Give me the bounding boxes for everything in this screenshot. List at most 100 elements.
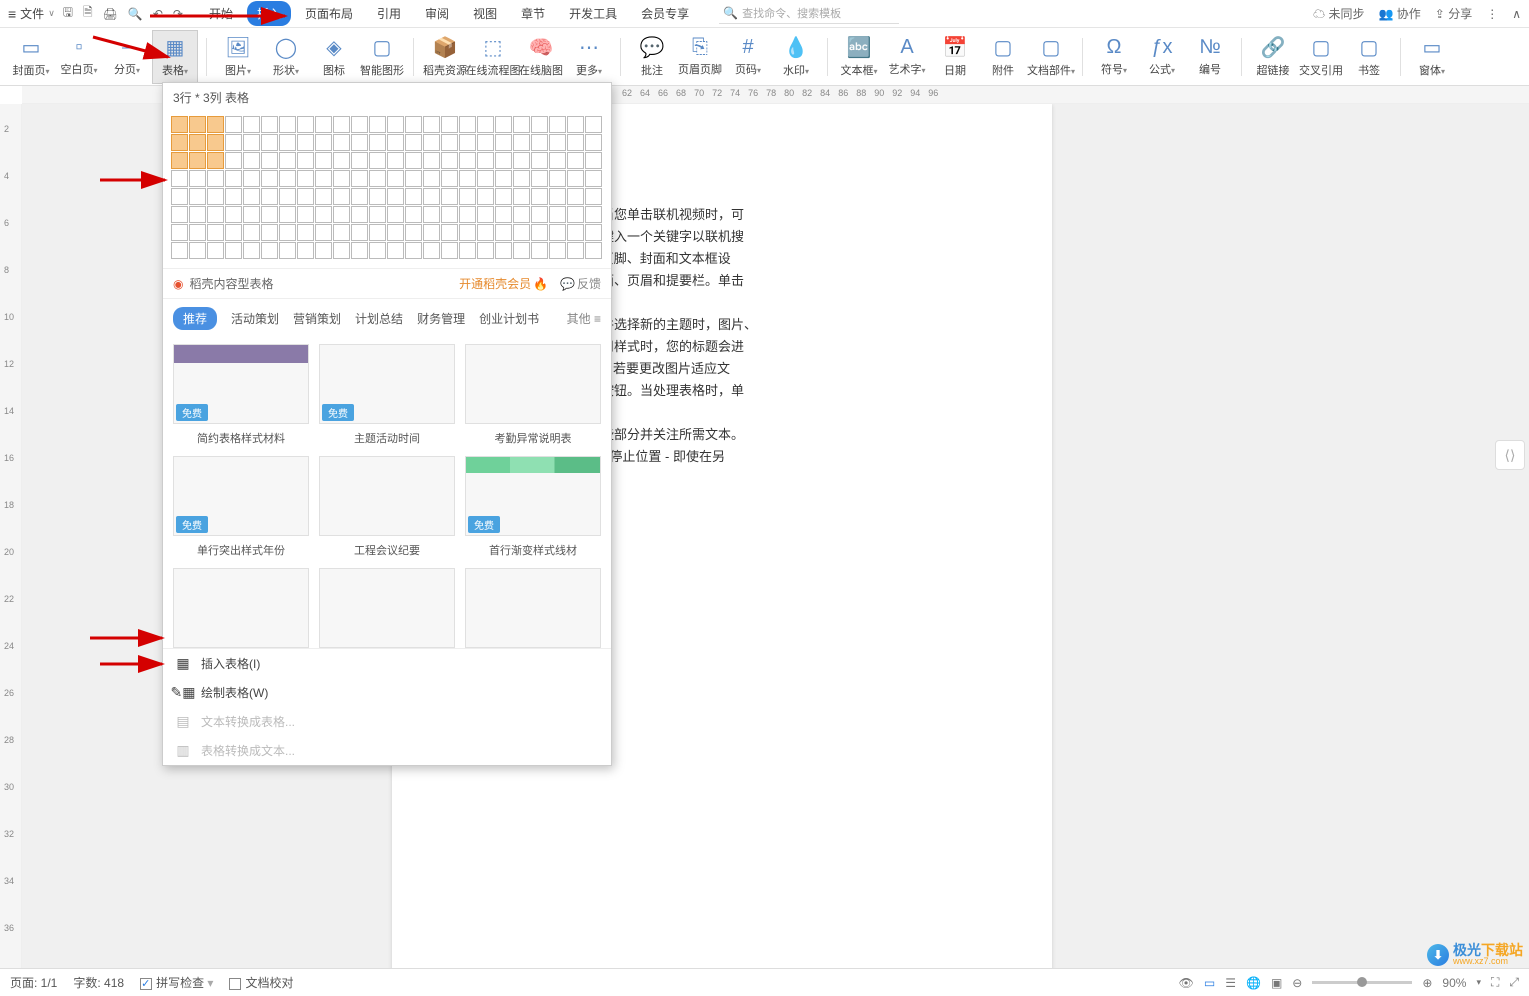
ribbon-形状[interactable]: ◯形状▾ xyxy=(263,30,309,84)
grid-cell[interactable] xyxy=(333,170,350,187)
grid-cell[interactable] xyxy=(315,152,332,169)
grid-cell[interactable] xyxy=(531,134,548,151)
zoom-out-icon[interactable]: ⊖ xyxy=(1292,976,1302,990)
grid-cell[interactable] xyxy=(225,134,242,151)
grid-cell[interactable] xyxy=(423,242,440,259)
grid-cell[interactable] xyxy=(315,242,332,259)
grid-cell[interactable] xyxy=(225,152,242,169)
grid-cell[interactable] xyxy=(513,206,530,223)
eye-icon[interactable]: 👁 xyxy=(1179,976,1194,990)
grid-cell[interactable] xyxy=(171,242,188,259)
grid-cell[interactable] xyxy=(495,134,512,151)
category-other[interactable]: 其他 ≡ xyxy=(567,310,601,327)
grid-cell[interactable] xyxy=(279,224,296,241)
grid-cell[interactable] xyxy=(585,134,602,151)
grid-cell[interactable] xyxy=(567,170,584,187)
grid-cell[interactable] xyxy=(477,206,494,223)
grid-cell[interactable] xyxy=(225,188,242,205)
grid-cell[interactable] xyxy=(243,152,260,169)
grid-cell[interactable] xyxy=(351,170,368,187)
grid-cell[interactable] xyxy=(477,170,494,187)
grid-cell[interactable] xyxy=(189,242,206,259)
grid-cell[interactable] xyxy=(585,224,602,241)
grid-cell[interactable] xyxy=(189,206,206,223)
grid-cell[interactable] xyxy=(441,170,458,187)
grid-cell[interactable] xyxy=(189,170,206,187)
grid-cell[interactable] xyxy=(243,170,260,187)
command-search[interactable]: 🔍 查找命令、搜索模板 xyxy=(719,3,899,24)
tab-view[interactable]: 视图 xyxy=(463,1,507,26)
grid-cell[interactable] xyxy=(531,224,548,241)
save-icon[interactable]: 🖫 xyxy=(63,3,73,24)
grid-cell[interactable] xyxy=(459,170,476,187)
grid-cell[interactable] xyxy=(207,170,224,187)
grid-cell[interactable] xyxy=(261,224,278,241)
grid-cell[interactable] xyxy=(297,188,314,205)
ribbon-图标[interactable]: ◈图标 xyxy=(311,30,357,84)
tab-references[interactable]: 引用 xyxy=(367,1,411,26)
ribbon-图片[interactable]: 🖼图片▾ xyxy=(215,30,261,84)
ribbon-页码[interactable]: #页码▾ xyxy=(725,30,771,84)
grid-cell[interactable] xyxy=(225,116,242,133)
grid-cell[interactable] xyxy=(405,188,422,205)
grid-cell[interactable] xyxy=(423,170,440,187)
collab-button[interactable]: 👥 协作 xyxy=(1378,5,1420,22)
grid-cell[interactable] xyxy=(279,134,296,151)
grid-cell[interactable] xyxy=(405,224,422,241)
grid-cell[interactable] xyxy=(513,188,530,205)
template-item[interactable] xyxy=(465,568,601,648)
grid-cell[interactable] xyxy=(351,134,368,151)
grid-cell[interactable] xyxy=(405,116,422,133)
grid-cell[interactable] xyxy=(189,134,206,151)
ribbon-批注[interactable]: 💬批注 xyxy=(629,30,675,84)
ribbon-书签[interactable]: ▢书签 xyxy=(1346,30,1392,84)
print-preview-icon[interactable]: 🔍 xyxy=(128,7,143,21)
ribbon-超链接[interactable]: 🔗超链接 xyxy=(1250,30,1296,84)
view-print-icon[interactable]: ▭ xyxy=(1204,976,1215,990)
grid-cell[interactable] xyxy=(333,242,350,259)
grid-cell[interactable] xyxy=(243,116,260,133)
grid-cell[interactable] xyxy=(477,188,494,205)
grid-cell[interactable] xyxy=(261,134,278,151)
ribbon-分页[interactable]: ⎯分页▾ xyxy=(104,30,150,84)
grid-cell[interactable] xyxy=(351,224,368,241)
ribbon-稻壳资源[interactable]: 📦稻壳资源 xyxy=(422,30,468,84)
print-icon[interactable]: 🖨 xyxy=(103,7,118,21)
grid-cell[interactable] xyxy=(549,116,566,133)
grid-cell[interactable] xyxy=(279,116,296,133)
grid-cell[interactable] xyxy=(423,152,440,169)
menu-绘制表格(W)[interactable]: ✎▦绘制表格(W) xyxy=(163,678,611,707)
grid-cell[interactable] xyxy=(459,206,476,223)
grid-cell[interactable] xyxy=(297,242,314,259)
grid-cell[interactable] xyxy=(243,206,260,223)
ribbon-编号[interactable]: №编号 xyxy=(1187,30,1233,84)
template-item[interactable]: 免费主题活动时间 xyxy=(319,344,455,446)
ribbon-水印[interactable]: 💧水印▾ xyxy=(773,30,819,84)
grid-cell[interactable] xyxy=(405,134,422,151)
grid-cell[interactable] xyxy=(585,152,602,169)
ribbon-页眉页脚[interactable]: ⎘页眉页脚 xyxy=(677,30,723,84)
grid-cell[interactable] xyxy=(549,152,566,169)
grid-cell[interactable] xyxy=(549,134,566,151)
grid-cell[interactable] xyxy=(297,116,314,133)
grid-cell[interactable] xyxy=(189,188,206,205)
promo-feedback[interactable]: 💬 反馈 xyxy=(560,275,601,292)
category-计划总结[interactable]: 计划总结 xyxy=(355,310,403,327)
grid-cell[interactable] xyxy=(171,134,188,151)
grid-cell[interactable] xyxy=(261,116,278,133)
grid-cell[interactable] xyxy=(441,116,458,133)
grid-cell[interactable] xyxy=(225,206,242,223)
grid-cell[interactable] xyxy=(369,242,386,259)
ribbon-公式[interactable]: ƒx公式▾ xyxy=(1139,30,1185,84)
template-item[interactable]: 免费单行突出样式年份 xyxy=(173,456,309,558)
ribbon-表格[interactable]: ▦表格▾ xyxy=(152,30,198,84)
grid-cell[interactable] xyxy=(531,116,548,133)
grid-cell[interactable] xyxy=(477,116,494,133)
template-item[interactable]: 免费首行渐变样式线材 xyxy=(465,456,601,558)
redo-icon[interactable]: ↷ xyxy=(173,7,183,21)
grid-cell[interactable] xyxy=(423,116,440,133)
grid-cell[interactable] xyxy=(513,242,530,259)
save-as-icon[interactable]: 🗎 xyxy=(83,3,93,24)
grid-cell[interactable] xyxy=(297,134,314,151)
ribbon-更多[interactable]: ⋯更多▾ xyxy=(566,30,612,84)
